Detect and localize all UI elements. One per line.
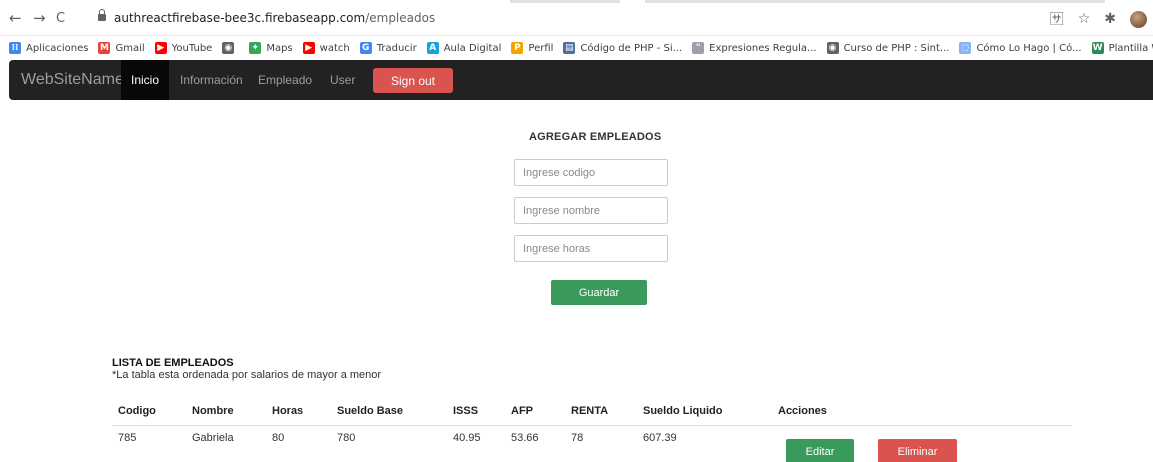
bookmark-label: Maps [266, 42, 293, 54]
edit-button[interactable]: Editar [786, 439, 854, 462]
codigo-input[interactable] [514, 159, 668, 186]
globe-icon: ◉ [826, 42, 839, 54]
bookmark-item[interactable]: W Plantilla Web Simpl... [1091, 42, 1153, 54]
bookmark-label: Código de PHP - Si... [580, 42, 683, 54]
address-bar[interactable]: authreactfirebase-bee3c.firebaseapp.com/… [114, 11, 435, 25]
column-header-codigo: Codigo [118, 405, 156, 417]
page-icon: ▤ [563, 42, 576, 54]
form-title: AGREGAR EMPLEADOS [529, 131, 662, 143]
bookmark-label: YouTube [171, 42, 213, 54]
nav-item-user[interactable]: User [330, 60, 355, 100]
tab-indicator [510, 0, 620, 3]
delete-button[interactable]: Eliminar [878, 439, 957, 462]
column-header-sueldo-liquido: Sueldo Liquido [643, 405, 723, 417]
cell-isss: 40.95 [453, 432, 481, 444]
brand-link[interactable]: WebSiteName [21, 71, 124, 89]
back-arrow-icon[interactable]: ← [9, 10, 22, 26]
cell-horas: 80 [272, 432, 285, 444]
bookmark-label: Expresiones Regula... [709, 42, 817, 54]
bookmark-item[interactable]: ◌ Cómo Lo Hago | Có... [959, 42, 1082, 54]
forward-arrow-icon[interactable]: → [33, 10, 46, 26]
bookmark-item[interactable]: ▶ YouTube [154, 42, 213, 54]
aula-icon: A [426, 42, 439, 54]
nav-item-inicio[interactable]: Inicio [121, 60, 170, 100]
youtube-icon: ▶ [302, 42, 315, 54]
bookmarks-bar: ⁞⁞ Aplicaciones M Gmail ▶ YouTube ◉ ✦ Maps ▶ watch… [0, 36, 1153, 60]
bookmark-item[interactable]: G Traducir [359, 42, 417, 54]
bookmark-item[interactable]: ◉ Curso de PHP : Sint... [826, 42, 950, 54]
bookmark-item[interactable]: ⁞⁞ Aplicaciones [9, 42, 88, 54]
youtube-icon: ▶ [154, 42, 167, 54]
cell-sueldo-base: 780 [337, 432, 356, 444]
cell-codigo: 785 [118, 432, 137, 444]
profile-icon: P [511, 42, 524, 54]
regex-icon: " [692, 42, 705, 54]
column-header-nombre: Nombre [192, 405, 234, 417]
loading-icon: ◌ [959, 42, 972, 54]
bookmark-label: Perfil [528, 42, 554, 54]
list-note: *La tabla esta ordenada por salarios de … [112, 369, 382, 381]
url-path: /empleados [365, 11, 436, 25]
cell-afp: 53.66 [511, 432, 539, 444]
bookmark-label: Cómo Lo Hago | Có... [976, 42, 1082, 54]
cell-sueldo-liquido: 607.39 [643, 432, 677, 444]
table-divider [112, 425, 1072, 426]
bookmark-item[interactable]: ◉ [222, 42, 239, 54]
nav-item-empleado[interactable]: Empleado [258, 60, 312, 100]
bookmark-item[interactable]: M Gmail [98, 42, 145, 54]
bookmark-label: Traducir [376, 42, 417, 54]
horas-input[interactable] [514, 235, 668, 262]
column-header-renta: RENTA [571, 405, 609, 417]
globe-icon: ◉ [222, 42, 235, 54]
bookmark-label: Plantilla Web Simpl... [1108, 42, 1153, 54]
list-title: LISTA DE EMPLEADOS [112, 357, 234, 369]
column-header-isss: ISSS [453, 405, 479, 417]
cell-nombre: Gabriela [192, 432, 234, 444]
browser-actions: 🈂 ☆ ✱ [1050, 9, 1147, 29]
column-header-sueldo-base: Sueldo Base [337, 405, 404, 417]
tab-indicator [645, 0, 1105, 3]
bookmark-item[interactable]: A Aula Digital [426, 42, 502, 54]
apps-grid-icon: ⁞⁞ [9, 42, 21, 54]
reload-icon[interactable]: C [56, 11, 65, 27]
extensions-icon[interactable]: ✱ [1104, 11, 1116, 27]
bookmark-label: Aplicaciones [26, 42, 89, 54]
gmail-icon: M [98, 42, 111, 54]
column-header-horas: Horas [272, 405, 304, 417]
bookmark-label: Curso de PHP : Sint... [843, 42, 950, 54]
guardar-button[interactable]: Guardar [551, 280, 647, 305]
bookmark-label: watch [319, 42, 350, 54]
bookmark-label: Gmail [115, 42, 145, 54]
star-icon[interactable]: ☆ [1078, 11, 1091, 27]
app-navbar: WebSiteName Inicio Información Empleado … [9, 60, 1153, 100]
bookmark-item[interactable]: P Perfil [511, 42, 553, 54]
sign-out-button[interactable]: Sign out [373, 68, 453, 93]
bookmark-item[interactable]: ✦ Maps [249, 42, 293, 54]
url-host: authreactfirebase-bee3c.firebaseapp.com [114, 11, 366, 25]
bookmark-item[interactable]: " Expresiones Regula... [692, 42, 817, 54]
column-header-acciones: Acciones [778, 405, 827, 417]
cell-renta: 78 [571, 432, 584, 444]
maps-icon: ✦ [249, 42, 262, 54]
bookmark-item[interactable]: ▶ watch [302, 42, 350, 54]
translate-icon: G [359, 42, 372, 54]
bookmark-item[interactable]: ▤ Código de PHP - Si... [563, 42, 682, 54]
nombre-input[interactable] [514, 197, 668, 224]
browser-toolbar: ← → C authreactfirebase-bee3c.firebaseap… [0, 0, 1153, 36]
column-header-afp: AFP [511, 405, 533, 417]
nav-item-informacion[interactable]: Información [180, 60, 243, 100]
lock-icon[interactable] [98, 9, 106, 22]
profile-avatar[interactable] [1130, 10, 1147, 28]
template-icon: W [1091, 42, 1104, 54]
bookmark-label: Aula Digital [443, 42, 502, 54]
translate-icon[interactable]: 🈂 [1050, 9, 1064, 29]
